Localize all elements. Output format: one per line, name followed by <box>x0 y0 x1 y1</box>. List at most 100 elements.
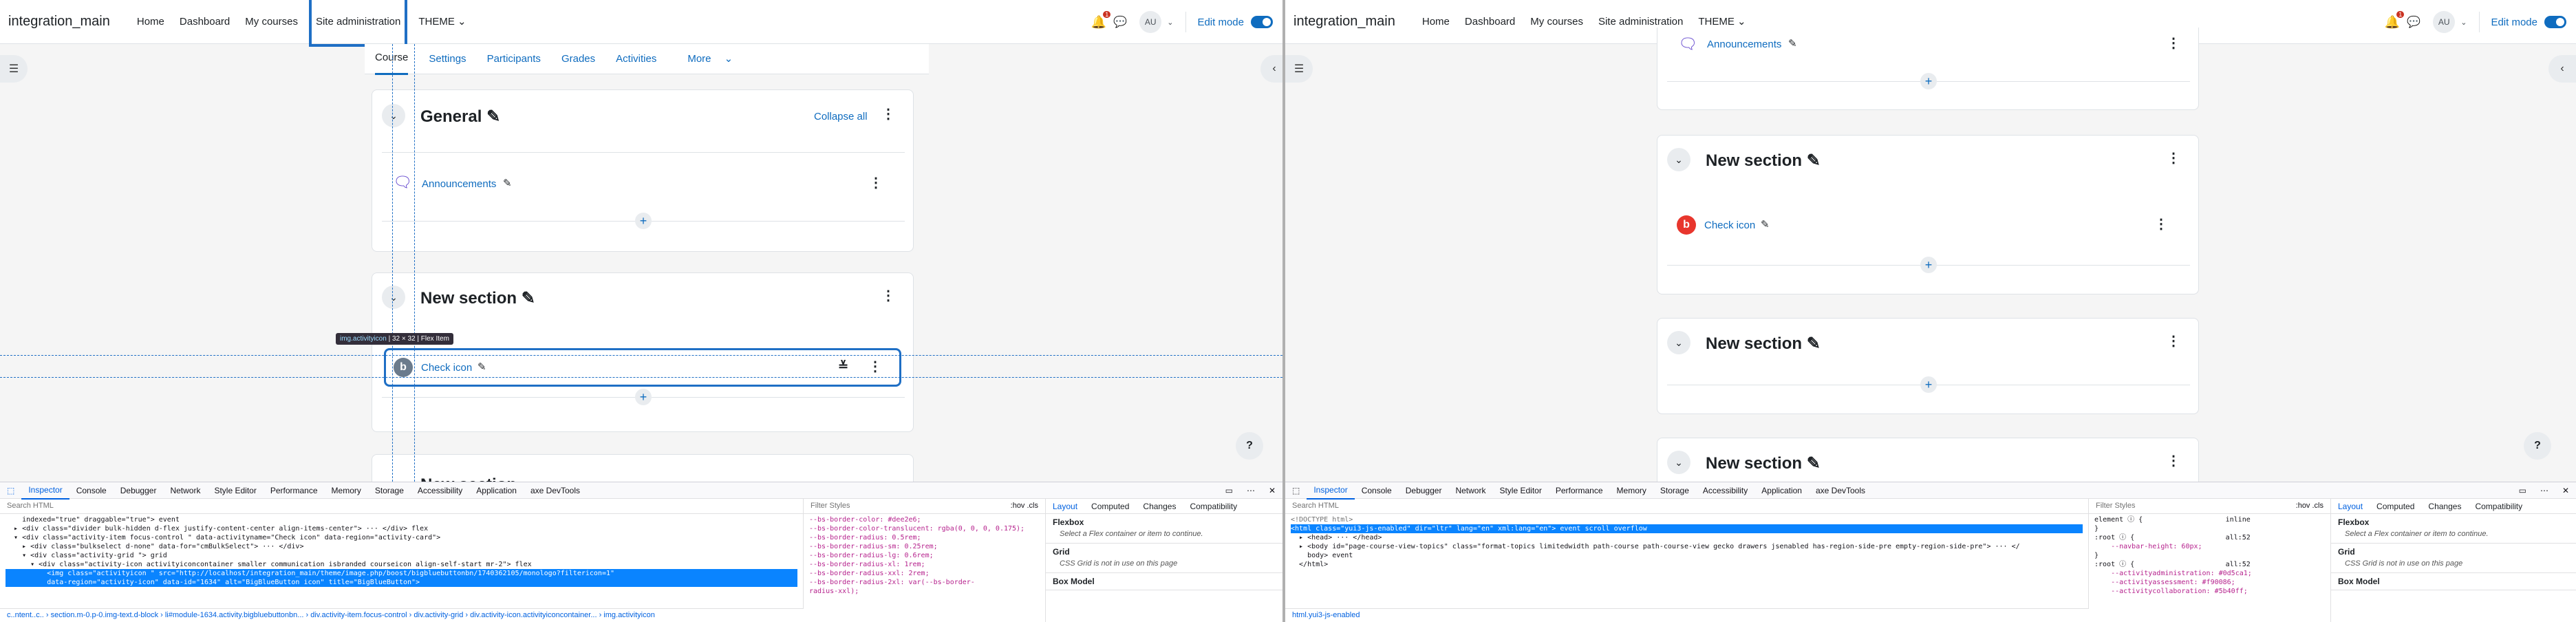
tab-compatibility[interactable]: Compatibility <box>2468 502 2529 511</box>
css-declaration[interactable]: --bs-border-radius-xl: 1rem; <box>809 560 1040 569</box>
tab-inspector[interactable]: Inspector <box>21 482 69 500</box>
search-html-input[interactable]: Search HTML <box>0 499 803 514</box>
add-activity-plus-icon[interactable]: + <box>635 213 652 229</box>
kebab-menu-icon[interactable]: ⋮ <box>2167 452 2180 469</box>
breadcrumb[interactable]: html.yui3-js-enabled <box>1285 608 2089 622</box>
pencil-icon[interactable]: ✎ <box>522 289 535 308</box>
tab-memory[interactable]: Memory <box>1610 482 1653 499</box>
tab-participants[interactable]: Participants <box>487 44 541 74</box>
markup-line[interactable]: ▾ <div class="activity-icon activityicon… <box>6 560 797 569</box>
css-declaration[interactable]: --bs-border-radius-xxl: 2rem; <box>809 569 1040 578</box>
markup-line[interactable]: ▸ <head> ··· </head> <box>1291 533 2083 542</box>
breadcrumb[interactable]: c..ntent..c.. › section.m-0.p-0.img-text… <box>0 608 804 622</box>
search-html-input[interactable]: Search HTML <box>1285 499 2088 514</box>
tab-accessibility[interactable]: Accessibility <box>1696 482 1754 499</box>
activity-check-icon-link[interactable]: Check icon <box>421 362 472 374</box>
markup-line[interactable]: <!DOCTYPE html> <box>1291 515 2083 524</box>
nav-my-courses[interactable]: My courses <box>244 0 299 44</box>
pencil-icon[interactable]: ✎ <box>1788 37 1797 50</box>
tab-style-editor[interactable]: Style Editor <box>1492 482 1548 499</box>
course-index-drawer-icon[interactable]: ☰ <box>0 55 28 83</box>
close-icon[interactable]: ✕ <box>2555 482 2576 499</box>
avatar[interactable]: AU <box>1139 11 1162 33</box>
css-declaration[interactable]: radius-xxl); <box>809 587 1040 596</box>
add-activity-plus-icon[interactable]: + <box>1920 376 1937 393</box>
css-declaration[interactable]: --activitycollaboration: #5b40ff; <box>2094 587 2325 596</box>
pick-element-icon[interactable]: ⬚ <box>1285 482 1307 499</box>
help-icon[interactable]: ? <box>2524 432 2551 460</box>
tab-performance[interactable]: Performance <box>264 482 325 499</box>
markup-line[interactable]: ▾ <div class="activity-item focus-contro… <box>6 533 797 542</box>
bell-icon[interactable]: 🔔 1 <box>1091 10 1111 30</box>
collapse-chevron-icon[interactable]: ⌄ <box>1667 148 1690 171</box>
pencil-icon[interactable]: ✎ <box>1807 151 1821 170</box>
chat-icon[interactable]: 💬 <box>2407 15 2421 29</box>
css-declaration[interactable]: --bs-border-radius-2xl: var(--bs-border- <box>809 578 1040 587</box>
dock-icon[interactable]: ▭ <box>1219 482 1240 499</box>
tab-accessibility[interactable]: Accessibility <box>411 482 469 499</box>
bell-icon[interactable]: 🔔 1 <box>2385 10 2405 30</box>
box-model-section[interactable]: Box Model <box>1046 573 1282 590</box>
markup-line-selected[interactable]: data-region="activity-icon" data-id="163… <box>6 578 797 587</box>
tab-compatibility[interactable]: Compatibility <box>1183 502 1244 511</box>
tab-debugger[interactable]: Debugger <box>114 482 164 499</box>
cls-toggle[interactable]: .cls <box>2312 502 2324 510</box>
site-name[interactable]: integration_main <box>8 14 110 30</box>
nav-theme[interactable]: THEME ⌄ <box>417 0 467 44</box>
tab-style-editor[interactable]: Style Editor <box>207 482 263 499</box>
tab-network[interactable]: Network <box>1448 482 1492 499</box>
tab-axe-devtools[interactable]: axe DevTools <box>1809 482 1872 499</box>
tab-more[interactable]: More ⌄ <box>677 44 733 74</box>
css-rule-line[interactable]: :root ⓘ { all:52 <box>2094 533 2325 542</box>
css-rule-line[interactable]: element ⓘ { inline <box>2094 515 2325 524</box>
tab-computed[interactable]: Computed <box>1084 502 1136 511</box>
markup-line-selected[interactable]: <html class="yui3-js-enabled" dir="ltr" … <box>1291 524 2083 533</box>
add-activity-plus-icon[interactable]: + <box>1920 257 1937 273</box>
tab-layout[interactable]: Layout <box>2331 502 2370 511</box>
pencil-icon[interactable]: ✎ <box>503 177 512 189</box>
kebab-menu-icon[interactable]: ⋮ <box>868 358 882 375</box>
flexbox-section[interactable]: Flexbox Select a Flex container or item t… <box>1046 514 1282 544</box>
add-activity-plus-icon[interactable]: + <box>635 389 652 405</box>
markup-line[interactable]: </html> <box>1291 560 2083 569</box>
markup-line[interactable]: ▸ <div class="divider bulk-hidden d-flex… <box>6 524 797 533</box>
css-rule-line[interactable]: :root ⓘ { all:52 <box>2094 560 2325 569</box>
user-menu-chevron-icon[interactable]: ⌄ <box>1167 18 1173 27</box>
block-drawer-chevron-left-icon[interactable]: ‹ <box>1260 55 1282 83</box>
pencil-icon[interactable]: ✎ <box>1807 334 1821 353</box>
block-drawer-chevron-left-icon[interactable]: ‹ <box>2548 55 2576 83</box>
activity-announcements-link[interactable]: Announcements <box>422 178 496 190</box>
css-declaration[interactable]: --bs-border-radius-lg: 0.6rem; <box>809 551 1040 560</box>
edit-mode-toggle[interactable] <box>1251 16 1273 28</box>
chat-icon[interactable]: 💬 <box>1113 15 1127 29</box>
collapse-chevron-icon[interactable]: ⌄ <box>382 286 405 309</box>
hov-toggle[interactable]: :hov <box>2296 502 2310 510</box>
kebab-menu-icon[interactable]: ⋮ <box>869 174 883 191</box>
tab-console[interactable]: Console <box>69 482 114 499</box>
nav-home[interactable]: Home <box>136 0 166 44</box>
kebab-menu-icon[interactable]: ⋮ <box>2154 215 2168 233</box>
tab-computed[interactable]: Computed <box>2370 502 2421 511</box>
pick-element-icon[interactable]: ⬚ <box>0 482 21 499</box>
avatar[interactable]: AU <box>2433 11 2456 33</box>
user-menu-chevron-icon[interactable]: ⌄ <box>2460 18 2467 27</box>
tab-storage[interactable]: Storage <box>368 482 411 499</box>
tab-console[interactable]: Console <box>1355 482 1399 499</box>
nav-home[interactable]: Home <box>1421 0 1451 44</box>
tab-axe-devtools[interactable]: axe DevTools <box>524 482 587 499</box>
collapse-chevron-icon[interactable]: ⌄ <box>1667 451 1690 474</box>
flexbox-section[interactable]: Flexbox Select a Flex container or item t… <box>2331 514 2576 544</box>
nav-my-courses[interactable]: My courses <box>1529 0 1585 44</box>
hov-toggle[interactable]: :hov <box>1011 502 1025 510</box>
tab-performance[interactable]: Performance <box>1549 482 1610 499</box>
more-options-icon[interactable]: ⋯ <box>2533 482 2555 499</box>
kebab-menu-icon[interactable]: ⋮ <box>2167 149 2180 167</box>
css-declaration[interactable]: --bs-border-radius: 0.5rem; <box>809 533 1040 542</box>
edit-mode-toggle[interactable] <box>2544 16 2566 28</box>
markup-line-selected[interactable]: <img class="activityicon " src="http://l… <box>6 569 797 578</box>
activity-announcements-link[interactable]: Announcements <box>1707 39 1781 50</box>
css-declaration[interactable]: --activityadministration: #0d5ca1; <box>2094 569 2325 578</box>
grid-section[interactable]: Grid CSS Grid is not in use on this page <box>1046 544 1282 573</box>
collapse-chevron-icon[interactable]: ⌄ <box>382 104 405 127</box>
tab-changes[interactable]: Changes <box>2421 502 2468 511</box>
